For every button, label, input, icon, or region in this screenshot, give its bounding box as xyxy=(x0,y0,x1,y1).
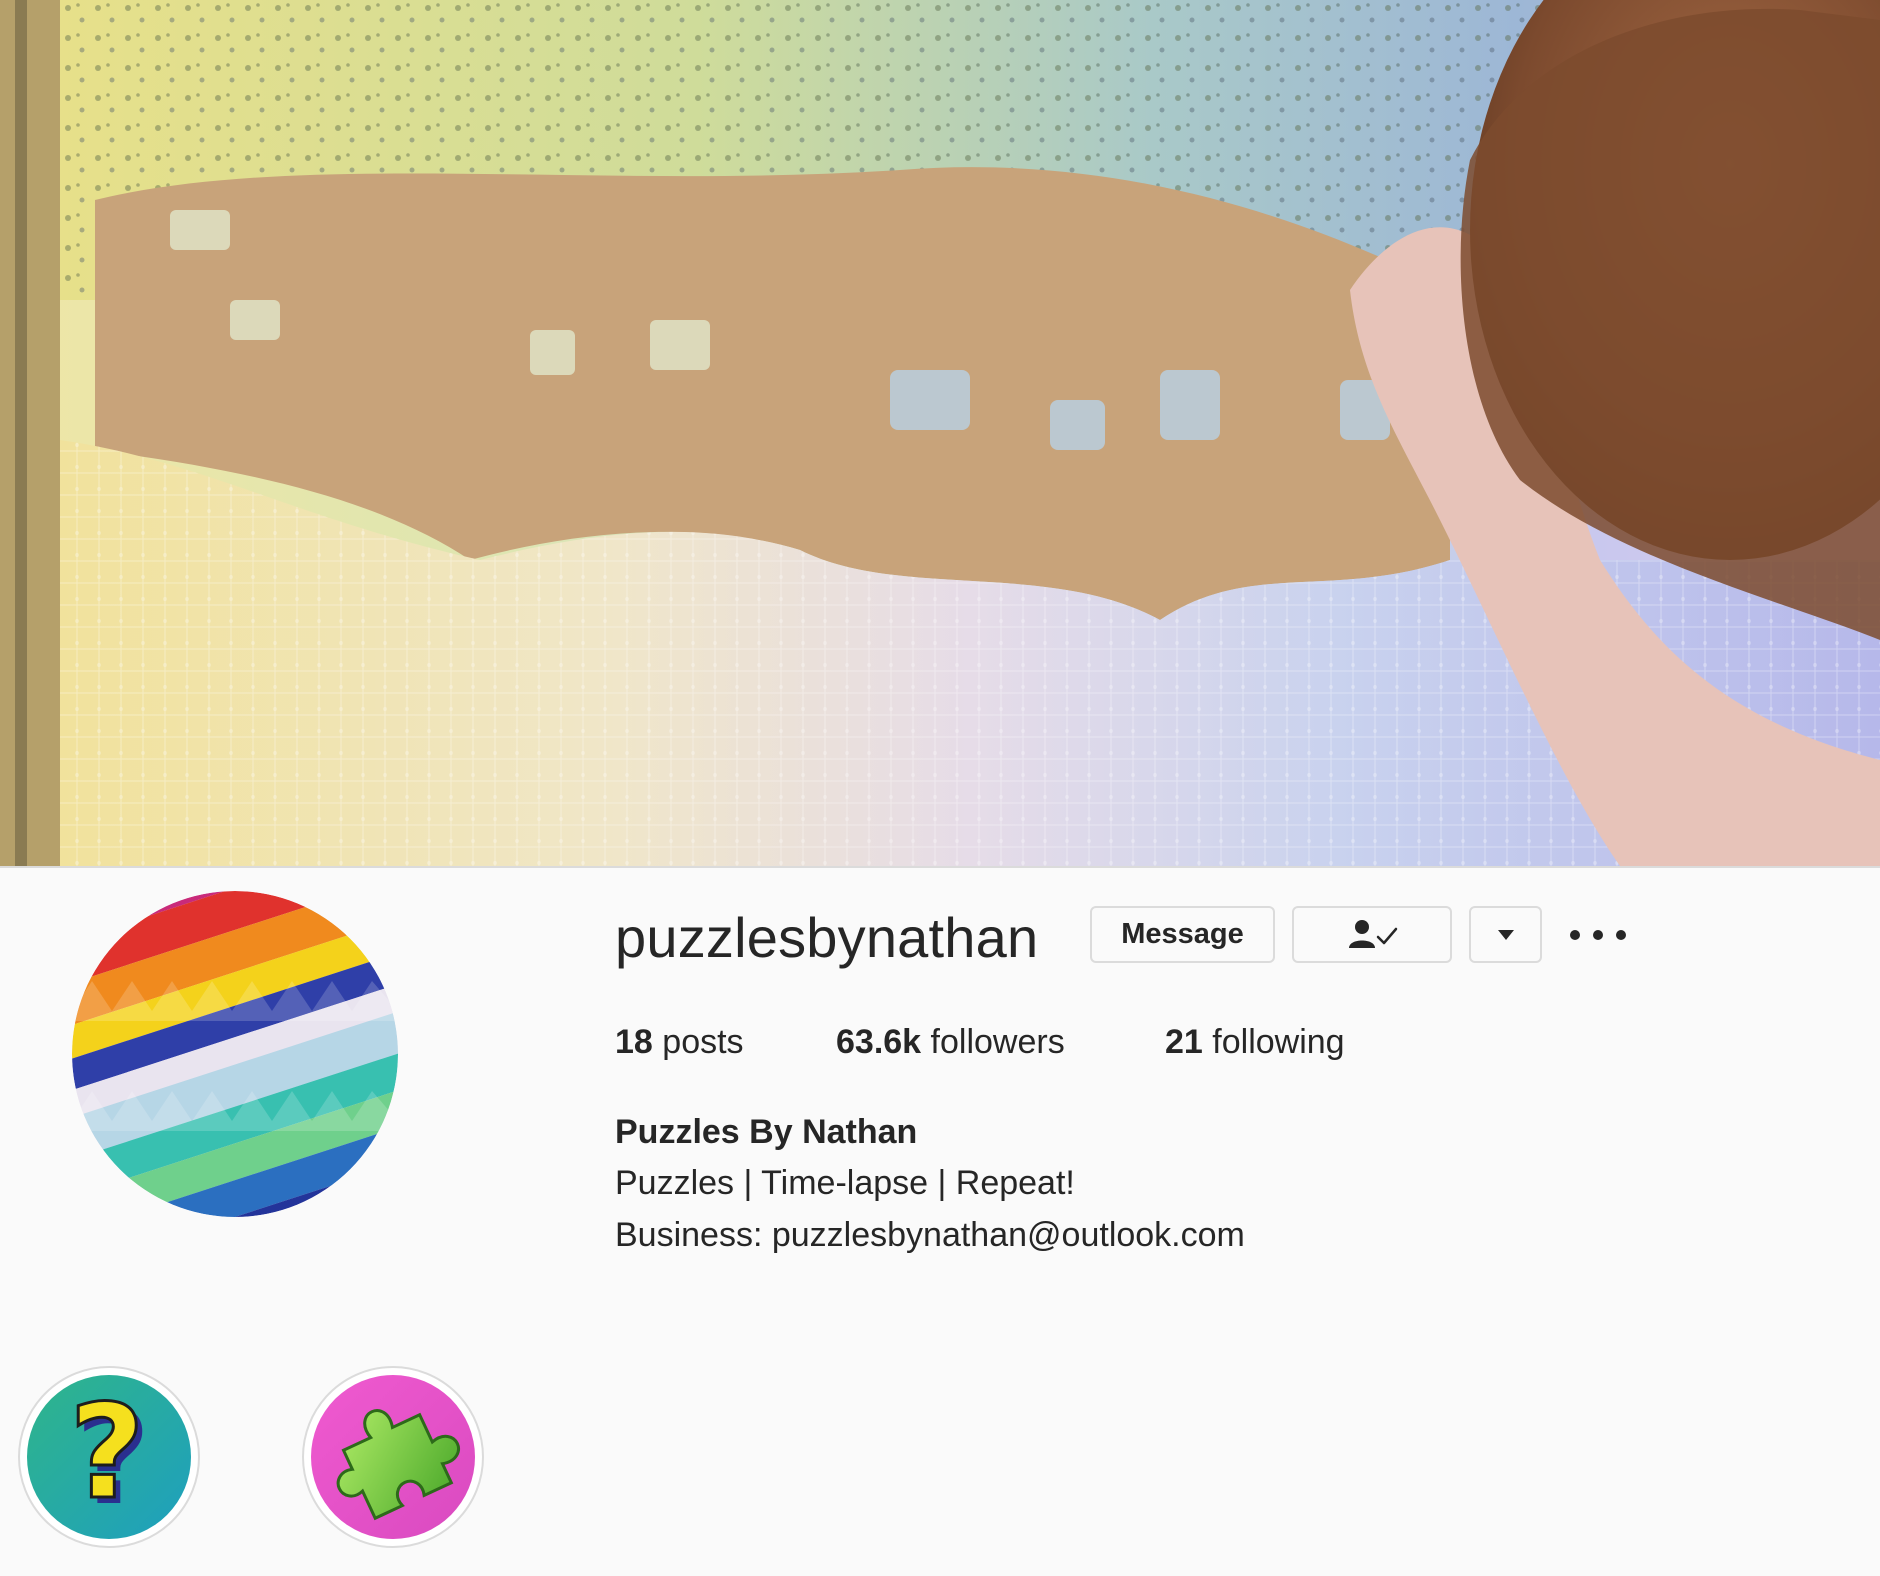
following-button[interactable] xyxy=(1292,906,1452,963)
banner-divider xyxy=(0,866,1880,868)
svg-text:?: ? xyxy=(69,1376,144,1528)
puzzle-video-frame xyxy=(0,0,1880,866)
posts-number: 18 xyxy=(615,1023,653,1061)
following-number: 21 xyxy=(1165,1023,1203,1061)
message-button[interactable]: Message xyxy=(1090,906,1275,963)
story-highlight-question[interactable]: ? ? xyxy=(18,1366,200,1548)
profile-full-name: Puzzles By Nathan xyxy=(615,1113,918,1151)
more-dot xyxy=(1593,930,1603,940)
following-label: following xyxy=(1212,1023,1345,1061)
profile-username: puzzlesbynathan xyxy=(615,906,1039,969)
profile-avatar[interactable] xyxy=(72,891,398,1217)
followers-number: 63.6k xyxy=(836,1023,922,1061)
posts-label: posts xyxy=(662,1023,744,1061)
more-dot xyxy=(1616,930,1626,940)
more-options-icon[interactable] xyxy=(1568,918,1628,952)
person-check-icon xyxy=(1349,919,1398,948)
caret-down-icon xyxy=(1497,929,1514,940)
rainbow-puzzle-avatar-image xyxy=(72,891,398,1217)
followers-label: followers xyxy=(930,1023,1065,1061)
posts-count: 18 posts xyxy=(615,1020,744,1064)
followers-link[interactable]: 63.6k followers xyxy=(836,1020,1065,1064)
following-link[interactable]: 21 following xyxy=(1165,1020,1345,1064)
highlight-cover xyxy=(311,1375,475,1539)
suggested-accounts-button[interactable] xyxy=(1469,906,1542,963)
bio-line: Puzzles | Time-lapse | Repeat! xyxy=(615,1164,1075,1202)
highlight-cover: ? ? xyxy=(27,1375,191,1539)
puzzle-piece-icon xyxy=(311,1375,475,1539)
story-highlight-puzzle[interactable] xyxy=(302,1366,484,1548)
video-banner[interactable] xyxy=(0,0,1880,866)
question-mark-icon: ? ? xyxy=(27,1375,191,1539)
more-dot xyxy=(1570,930,1580,940)
bio-business-email: Business: puzzlesbynathan@outlook.com xyxy=(615,1216,1245,1254)
